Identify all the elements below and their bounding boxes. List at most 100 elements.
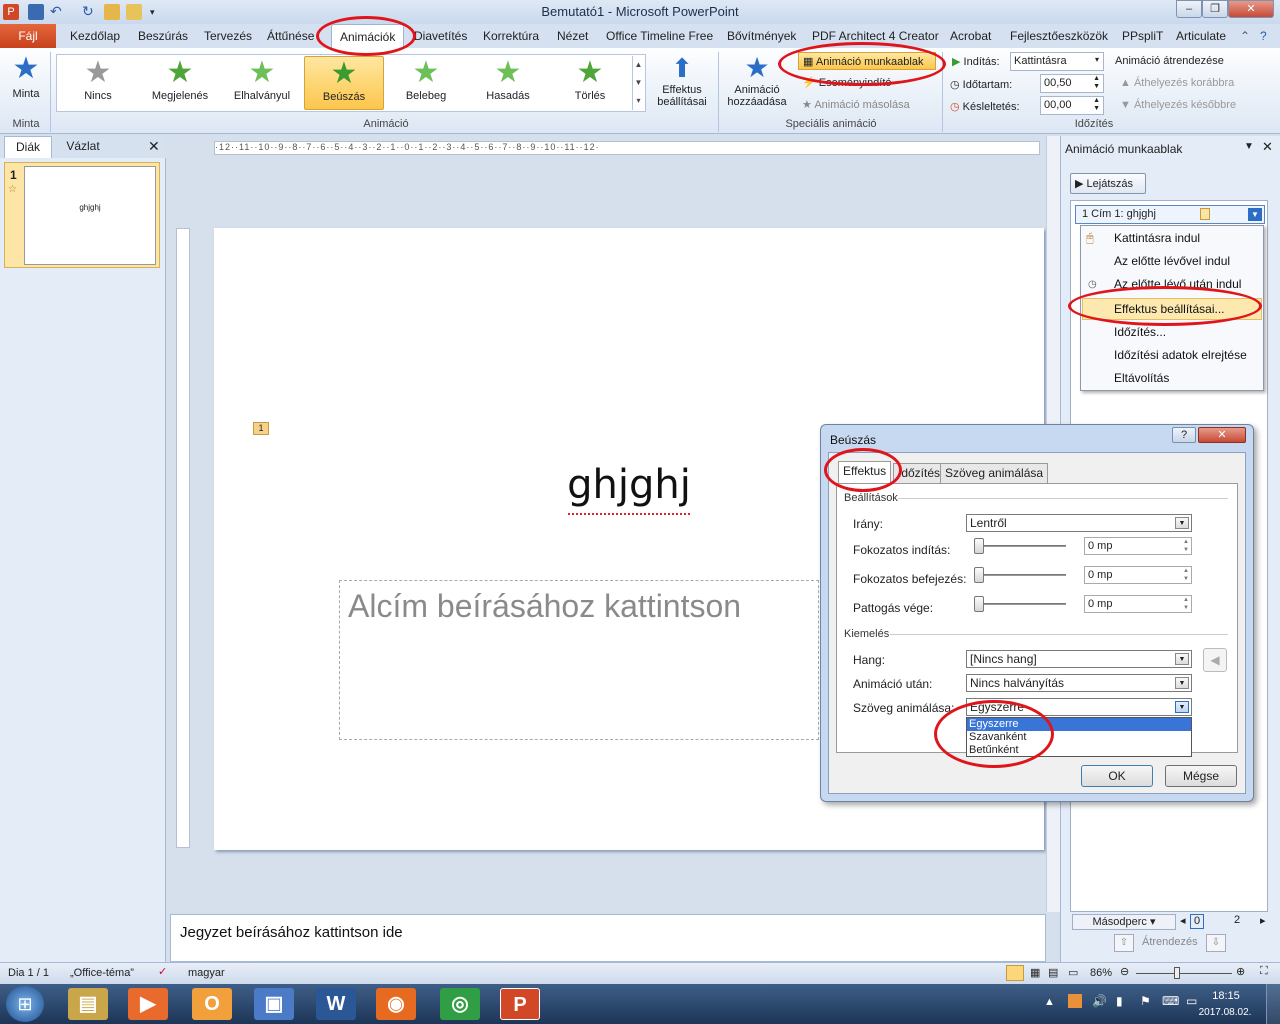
tab-text-animation[interactable]: Szöveg animálása	[940, 463, 1049, 483]
chevron-down-icon[interactable]: ▼	[1244, 141, 1254, 152]
duration-input[interactable]: 00,50 ▲ ▼	[1040, 74, 1104, 93]
animation-marker[interactable]: 1	[253, 422, 269, 435]
floppy-icon[interactable]: ▣	[254, 988, 294, 1020]
word-icon[interactable]: W	[316, 988, 356, 1020]
zoom-in-icon[interactable]: ⊕	[1236, 965, 1245, 978]
gallery-split[interactable]: ★ Hasadás	[468, 56, 548, 110]
bounce-end-input[interactable]: 0 mp ▲ ▼	[1084, 595, 1192, 613]
tab-developer[interactable]: Fejlesztőeszközök	[1010, 24, 1108, 48]
tab-addins[interactable]: Bővítmények	[727, 24, 796, 48]
sorter-view-icon[interactable]: ▦	[1030, 966, 1040, 979]
normal-view-icon[interactable]	[1006, 965, 1024, 981]
tab-design[interactable]: Tervezés	[204, 24, 252, 48]
show-desktop-button[interactable]	[1266, 984, 1280, 1024]
spellcheck-icon[interactable]: ✓	[158, 965, 167, 978]
fit-slide-icon[interactable]: ⛶	[1260, 965, 1268, 978]
tab-ppsplit[interactable]: PPspliT	[1122, 24, 1163, 48]
minimize-button[interactable]: –	[1176, 0, 1202, 18]
qat-customize-icon[interactable]: ▾	[150, 4, 166, 20]
slideshow-icon[interactable]: ▭	[1068, 966, 1078, 979]
tab-home[interactable]: Kezdőlap	[70, 24, 120, 48]
scroll-left-icon[interactable]: ◂	[1180, 914, 1186, 927]
network-icon[interactable]: ▮	[1116, 994, 1123, 1008]
clock-date[interactable]: 2017.08.02.	[1194, 1007, 1256, 1018]
undo-icon[interactable]: ↶	[50, 4, 66, 20]
powerpoint-task-icon[interactable]: P	[500, 988, 540, 1020]
direction-select[interactable]: Lentről ▼	[966, 514, 1192, 532]
menu-start-on-click[interactable]: Kattintásra indul	[1114, 231, 1200, 245]
status-theme[interactable]: „Office-téma”	[70, 967, 134, 979]
close-button[interactable]: ✕	[1228, 0, 1274, 18]
delay-input[interactable]: 00,00 ▲ ▼	[1040, 96, 1104, 115]
chevron-down-icon[interactable]: ▼	[1248, 208, 1262, 221]
save-icon[interactable]	[28, 4, 44, 20]
animation-list-item[interactable]: 1 Cím 1: ghjghj ▼	[1075, 205, 1265, 224]
speaker-icon[interactable]: ◀	[1203, 648, 1227, 672]
cancel-button[interactable]: Mégse	[1165, 765, 1237, 787]
tab-articulate[interactable]: Articulate	[1176, 24, 1226, 48]
menu-start-with-previous[interactable]: Az előtte lévővel indul	[1114, 254, 1230, 268]
reorder-down-button[interactable]: ⇩	[1206, 934, 1226, 952]
effect-options-button[interactable]: ⬆ Effektus beállításai	[650, 52, 714, 116]
gallery-wipe[interactable]: ★ Törlés	[550, 56, 630, 110]
tab-insert[interactable]: Beszúrás	[138, 24, 188, 48]
clock-time[interactable]: 18:15	[1198, 990, 1254, 1002]
folder-icon[interactable]	[126, 4, 142, 20]
gallery-none[interactable]: ★ Nincs	[58, 56, 138, 110]
redo-icon[interactable]: ↻	[82, 4, 98, 20]
animation-painter-button[interactable]: ★ Animáció másolása	[802, 98, 910, 111]
keyboard-icon[interactable]: ⌨	[1162, 994, 1179, 1008]
bounce-end-slider[interactable]	[974, 596, 984, 612]
dialog-close-button[interactable]: ✕	[1198, 427, 1246, 443]
firefox-icon[interactable]: ◉	[376, 988, 416, 1020]
menu-remove[interactable]: Eltávolítás	[1114, 371, 1169, 385]
chrome-icon[interactable]: ◎	[440, 988, 480, 1020]
tab-slides[interactable]: Diák	[4, 136, 52, 158]
tray-expand-icon[interactable]: ▲	[1044, 996, 1055, 1008]
reorder-up-button[interactable]: ⇧	[1114, 934, 1134, 952]
tab-office-timeline[interactable]: Office Timeline Free	[606, 24, 713, 48]
play-button[interactable]: ▶ Lejátszás	[1070, 173, 1146, 194]
media-player-icon[interactable]: ▶	[128, 988, 168, 1020]
help-icon[interactable]: ?	[1172, 427, 1196, 443]
tab-review[interactable]: Korrektúra	[483, 24, 539, 48]
zoom-out-icon[interactable]: ⊖	[1120, 965, 1129, 978]
start-select[interactable]: Kattintásra ▾	[1010, 52, 1104, 71]
preview-button[interactable]: ★ Minta	[6, 52, 46, 108]
sound-select[interactable]: [Nincs hang] ▼	[966, 650, 1192, 668]
ok-button[interactable]: OK	[1081, 765, 1153, 787]
zoom-level[interactable]: 86%	[1090, 967, 1112, 979]
scroll-right-icon[interactable]: ▸	[1260, 914, 1266, 927]
zoom-slider[interactable]	[1136, 973, 1232, 974]
gallery-fly-in[interactable]: ★ Beúszás	[304, 56, 384, 110]
status-language[interactable]: magyar	[188, 967, 225, 979]
gallery-appear[interactable]: ★ Megjelenés	[140, 56, 220, 110]
close-pane-icon[interactable]: ✕	[1262, 139, 1273, 155]
tab-outline[interactable]: Vázlat	[56, 136, 110, 158]
outlook-icon[interactable]: O	[192, 988, 232, 1020]
smooth-end-input[interactable]: 0 mp ▲ ▼	[1084, 566, 1192, 584]
seconds-dropdown[interactable]: Másodperc ▾	[1072, 914, 1176, 930]
tab-view[interactable]: Nézet	[557, 24, 588, 48]
maximize-button[interactable]: ❐	[1202, 0, 1228, 18]
tray-app-icon[interactable]	[1068, 994, 1082, 1008]
smooth-start-input[interactable]: 0 mp ▲ ▼	[1084, 537, 1192, 555]
reading-view-icon[interactable]: ▤	[1048, 966, 1058, 979]
tab-acrobat[interactable]: Acrobat	[950, 24, 991, 48]
open-icon[interactable]	[104, 4, 120, 20]
tab-file[interactable]: Fájl	[0, 24, 56, 48]
display-icon[interactable]: ▭	[1186, 994, 1197, 1008]
action-center-icon[interactable]: ⚑	[1140, 994, 1151, 1008]
gallery-float-in[interactable]: ★ Belebeg	[386, 56, 466, 110]
tab-slideshow[interactable]: Diavetítés	[414, 24, 467, 48]
move-earlier-button[interactable]: ▲ Áthelyezés korábbra	[1120, 77, 1234, 89]
move-later-button[interactable]: ▼ Áthelyezés későbbre	[1120, 99, 1236, 111]
menu-hide-timeline[interactable]: Időzítési adatok elrejtése	[1114, 348, 1247, 362]
gallery-scroll[interactable]: ▲ ▼ ▾	[632, 56, 644, 110]
minimize-ribbon-icon[interactable]: ⌃	[1240, 24, 1250, 48]
tab-transitions[interactable]: Áttűnése	[267, 24, 314, 48]
help-icon[interactable]: ?	[1260, 24, 1267, 48]
after-animation-select[interactable]: Nincs halványítás ▼	[966, 674, 1192, 692]
explorer-icon[interactable]: ▤	[68, 988, 108, 1020]
smooth-end-slider[interactable]	[974, 567, 984, 583]
